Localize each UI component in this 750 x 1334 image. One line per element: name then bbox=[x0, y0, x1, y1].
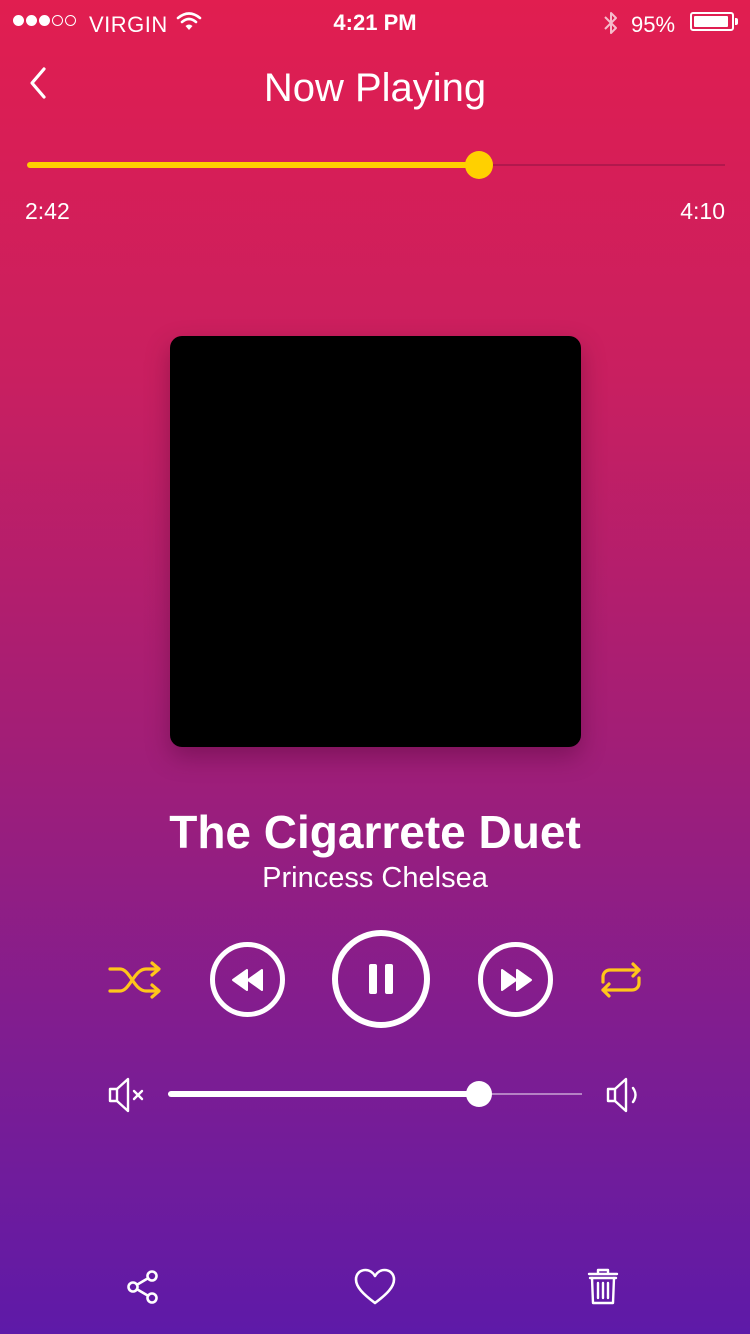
volume-knob[interactable] bbox=[465, 1081, 492, 1107]
elapsed-time: 2:42 bbox=[25, 198, 70, 224]
share-icon bbox=[127, 1270, 158, 1304]
battery-percentage: 95% bbox=[631, 12, 676, 37]
bluetooth-icon bbox=[601, 9, 621, 42]
progress-fill bbox=[27, 162, 480, 168]
battery-icon bbox=[690, 12, 734, 31]
status-bar: VIRGIN 4:21 PM 95% bbox=[0, 0, 750, 48]
album-art bbox=[170, 336, 581, 747]
volume-slider[interactable] bbox=[168, 1081, 582, 1107]
delete-button[interactable] bbox=[580, 1264, 626, 1310]
like-button[interactable] bbox=[350, 1264, 400, 1310]
total-time: 4:10 bbox=[680, 198, 725, 224]
rewind-button[interactable] bbox=[210, 942, 285, 1017]
now-playing-screen: VIRGIN 4:21 PM 95% Now Playing 2:42 4:10… bbox=[0, 0, 750, 1334]
track-title: The Cigarrete Duet bbox=[169, 806, 581, 858]
share-button[interactable] bbox=[120, 1264, 166, 1310]
mute-icon[interactable] bbox=[107, 1076, 149, 1119]
repeat-button[interactable] bbox=[594, 958, 648, 1002]
rewind-icon bbox=[231, 968, 263, 991]
shuffle-icon bbox=[108, 961, 161, 999]
fast-forward-icon bbox=[500, 968, 532, 991]
speaker-icon[interactable] bbox=[605, 1076, 645, 1119]
fast-forward-button[interactable] bbox=[478, 942, 553, 1017]
battery-tip bbox=[735, 18, 738, 25]
battery-level-fill bbox=[694, 16, 729, 27]
heart-icon bbox=[354, 1268, 396, 1305]
shuffle-button[interactable] bbox=[106, 958, 166, 1002]
pause-button[interactable] bbox=[332, 930, 430, 1028]
playback-progress-slider[interactable] bbox=[27, 151, 725, 179]
volume-fill bbox=[168, 1091, 479, 1097]
page-title: Now Playing bbox=[263, 66, 487, 110]
trash-icon bbox=[587, 1268, 619, 1305]
repeat-icon bbox=[601, 962, 641, 998]
track-artist: Princess Chelsea bbox=[262, 862, 488, 894]
pause-icon bbox=[369, 964, 393, 994]
progress-knob[interactable] bbox=[465, 151, 494, 179]
